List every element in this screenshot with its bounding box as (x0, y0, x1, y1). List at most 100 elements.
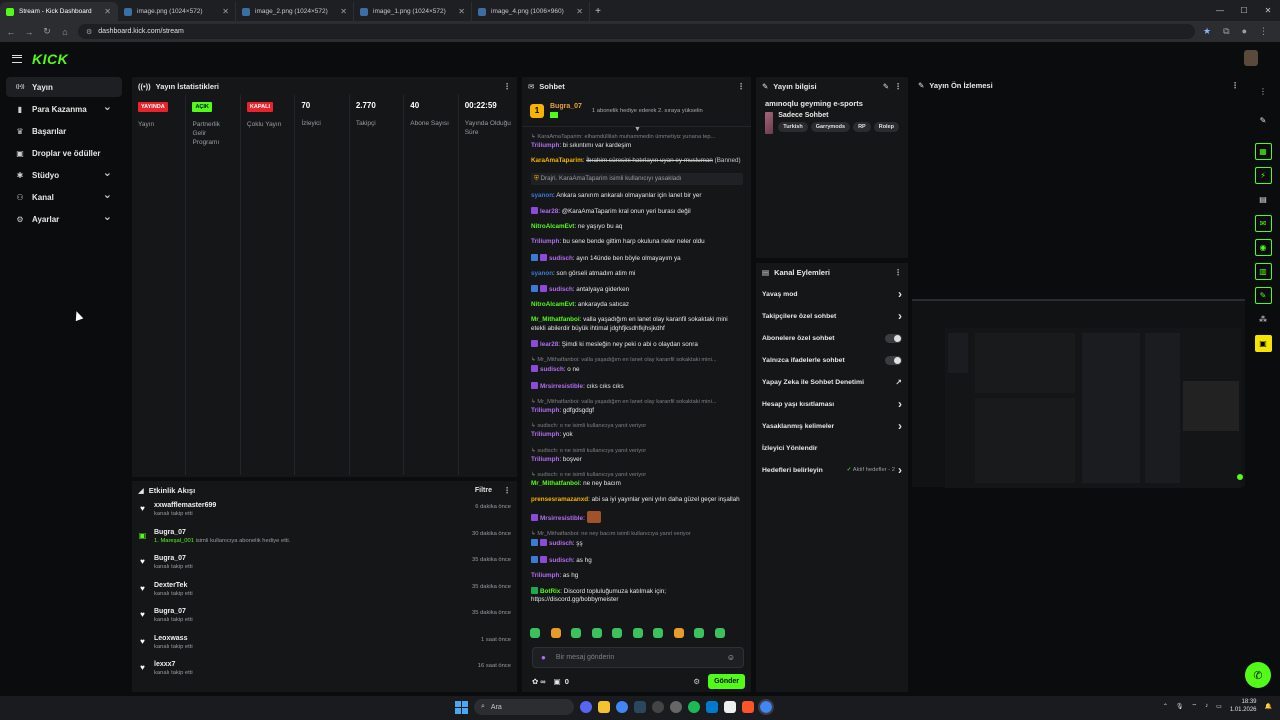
stream-tag[interactable]: Garrymods (810, 122, 851, 132)
chevron-right-icon[interactable]: › (898, 287, 902, 301)
chat-username[interactable]: Mrsirresistible (540, 383, 583, 390)
app-icon[interactable] (670, 701, 682, 713)
obs-icon[interactable] (652, 701, 664, 713)
site-info-icon[interactable]: ⚙ (86, 28, 92, 36)
chat-username[interactable]: KaraAmaTaparim (531, 157, 583, 164)
chat-widget-icon[interactable]: ✉ (1254, 215, 1272, 232)
chevron-right-icon[interactable]: › (898, 397, 902, 411)
chevron-down-icon[interactable]: ⌄ (103, 166, 112, 179)
emote-icon[interactable] (612, 628, 622, 638)
stream-preview-video[interactable] (912, 299, 1245, 488)
new-tab-icon[interactable]: + (590, 2, 606, 21)
microphone-icon[interactable]: ● (541, 653, 546, 662)
chat-message[interactable]: NitroAlcamEvt: ne yaşıyo bu aq (531, 223, 743, 231)
chat-username[interactable]: sudisch (549, 540, 573, 547)
chat-menu-icon[interactable]: ⋮ (737, 82, 745, 91)
chat-username[interactable]: prensesramazanxd (531, 496, 588, 503)
sidebar-item-droplar-ve-ödüller[interactable]: ▣ Droplar ve ödüller (6, 143, 122, 163)
chat-username[interactable]: Mrsirresistible (540, 515, 583, 522)
chat-username[interactable]: Triliumph (531, 431, 559, 438)
toggle-switch[interactable] (885, 333, 902, 343)
broadcast-widget-icon[interactable]: ◉ (1254, 239, 1272, 256)
edit-layout-icon[interactable]: ✎ (1255, 112, 1272, 129)
sidebar-item-stüdyo[interactable]: ✱ Stüdyo ⌄ (6, 165, 122, 185)
url-field[interactable]: ⚙ dashboard.kick.com/stream (78, 24, 1196, 39)
stats-menu-icon[interactable]: ⋮ (503, 82, 511, 91)
chat-message[interactable]: lear28: @KaraAmaTaparim kral onun yeri b… (531, 207, 743, 216)
volume-icon[interactable]: ♪ (1205, 703, 1208, 709)
vscode-icon[interactable] (706, 701, 718, 713)
clapper-widget-icon[interactable]: ▣ (1254, 335, 1272, 352)
send-button[interactable]: Gönder (708, 673, 745, 689)
wrench-widget-icon[interactable]: ✎ (1254, 287, 1272, 304)
chevron-right-icon[interactable]: › (898, 419, 902, 433)
emote-icon[interactable] (714, 628, 725, 638)
emote-icon[interactable] (694, 628, 704, 638)
points-icon[interactable]: ✿ (532, 677, 538, 686)
channel-action-7[interactable]: Yasaklanmış kelimeler › (756, 415, 908, 437)
chevron-right-icon[interactable]: › (898, 309, 902, 323)
reload-icon[interactable]: ↻ (42, 26, 52, 37)
chat-message[interactable]: Mrsirresistible: (531, 510, 743, 523)
mic-tray-icon[interactable]: 🎙 (1176, 703, 1184, 710)
hamburger-menu-icon[interactable] (12, 54, 22, 63)
chat-message[interactable]: Triliumph: yok (531, 431, 743, 439)
stream-tag[interactable]: RP (853, 122, 871, 132)
channel-action-9[interactable]: Hedefleri belirleyin ✓ Aktif hedefler - 2… (756, 459, 908, 481)
pinned-gift-leaderboard[interactable]: 1 Bugra_07 1 abonelik hediye ederek 2. s… (522, 95, 751, 133)
chat-input[interactable]: ● Bir mesaj gönderin ☺ (532, 647, 744, 668)
help-chat-button[interactable]: ✆ (1245, 662, 1271, 688)
emote-icon[interactable] (673, 628, 684, 638)
chat-username[interactable]: Triliumph (531, 142, 559, 149)
tab-close-icon[interactable]: ✕ (222, 7, 229, 16)
chat-message[interactable]: syanon: Ankara sanırım ankaralı olmayanl… (531, 192, 743, 200)
chat-username[interactable]: NitroAlcamEvt (531, 223, 574, 230)
wix-icon[interactable] (724, 701, 736, 713)
emoji-icon[interactable]: ☺ (727, 653, 735, 662)
chat-username[interactable]: Triliumph (531, 572, 559, 579)
emote-icon[interactable] (653, 628, 663, 638)
chat-username[interactable]: sudisch (540, 366, 564, 373)
chat-message[interactable]: sudisch: o ne (531, 365, 743, 374)
chat-username[interactable]: Mr_Mithatfanboi (531, 316, 580, 323)
wifi-icon[interactable]: ⌔ (1192, 702, 1198, 710)
chevron-down-icon[interactable]: ⌄ (103, 100, 112, 113)
browser-tab[interactable]: image_1.png (1024×572) ✕ (354, 2, 472, 21)
chat-username[interactable]: Triliumph (531, 456, 559, 463)
chat-message[interactable]: sudisch: ayın 14ünde ben böyle olmayayım… (531, 253, 743, 263)
maximize-icon[interactable]: ☐ (1232, 0, 1256, 21)
stream-tag[interactable]: Rolep (873, 122, 899, 132)
chat-username[interactable]: sudisch (549, 286, 573, 293)
sidebar-item-para-kazanma[interactable]: ▮ Para Kazanma ⌄ (6, 99, 122, 119)
activity-widget-icon[interactable]: ⚡ (1254, 167, 1272, 184)
share-widget-icon[interactable]: ⁂ (1255, 311, 1272, 328)
channel-action-5[interactable]: Yapay Zeka ile Sohbet Denetimi ↗ (756, 371, 908, 393)
layout-widget-icon[interactable]: ▥ (1254, 263, 1272, 280)
minimize-icon[interactable]: — (1208, 0, 1232, 21)
channel-action-8[interactable]: İzleyici Yönlendir (756, 437, 908, 459)
chat-username[interactable]: lear28 (540, 208, 558, 215)
info-menu-icon[interactable]: ⋮ (894, 82, 902, 91)
chat-message[interactable]: Triliumph: bi sıkıntımı var kardeşim (531, 142, 743, 150)
chat-username[interactable]: NitroAlcamEvt (531, 301, 574, 308)
emote-icon[interactable] (550, 628, 561, 638)
profile-icon[interactable]: ● (1242, 26, 1247, 37)
browser-tab[interactable]: image_4.png (1006×960) ✕ (472, 2, 590, 21)
gift-icon[interactable]: ▣ (554, 677, 561, 686)
chat-message[interactable]: KaraAmaTaparim: İbrahim süresini hatırla… (531, 157, 743, 165)
spotify-icon[interactable] (688, 701, 700, 713)
chevron-down-icon[interactable]: ⌄ (103, 188, 112, 201)
chat-message[interactable]: BotRix: Discord topluluğumuza katılmak i… (531, 586, 743, 605)
channel-action-6[interactable]: Hesap yaşı kısıtlaması › (756, 393, 908, 415)
tray-chevron-icon[interactable]: ⌃ (1163, 703, 1168, 710)
chat-username[interactable]: lear28 (540, 341, 558, 348)
tab-close-icon[interactable]: ✕ (104, 7, 111, 16)
chat-username[interactable]: syanon (531, 192, 553, 199)
chat-message[interactable]: Mr_Mithatfanboi: ne ney bacım (531, 480, 743, 488)
chat-message[interactable]: Mr_Mithatfanboi: valla yaşadığım en lane… (531, 316, 743, 333)
tab-close-icon[interactable]: ✕ (576, 7, 583, 16)
preview-menu-icon[interactable]: ⋮ (1231, 81, 1239, 90)
chat-settings-icon[interactable]: ⚙ (693, 677, 700, 686)
chat-message[interactable]: lear28: Şimdi ki mesleğin ney peki o abi… (531, 339, 743, 349)
chevron-right-icon[interactable]: › (898, 463, 902, 477)
